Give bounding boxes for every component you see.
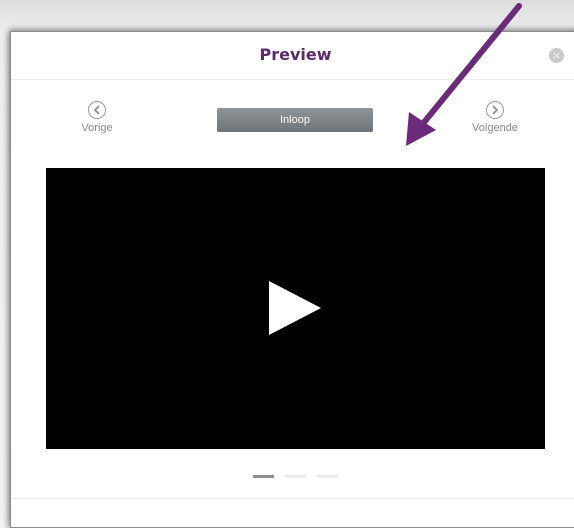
- previous-button[interactable]: Vorige: [71, 101, 123, 134]
- footer-divider: [11, 498, 574, 499]
- modal-title: Preview: [259, 45, 332, 64]
- preview-modal: Preview × Vorige Inloop Volgende: [10, 31, 574, 528]
- next-button[interactable]: Volgende: [463, 101, 527, 134]
- chevron-left-icon: [88, 101, 106, 119]
- modal-header: Preview ×: [11, 32, 574, 80]
- next-label: Volgende: [472, 122, 518, 134]
- pager-dot[interactable]: [317, 475, 338, 478]
- pager-dot[interactable]: [253, 475, 274, 478]
- video-player[interactable]: [46, 168, 545, 449]
- segment-inloop-button[interactable]: Inloop: [217, 108, 373, 132]
- chevron-right-icon: [486, 101, 504, 119]
- close-icon[interactable]: ×: [549, 48, 564, 63]
- pager-dot[interactable]: [285, 475, 306, 478]
- play-icon[interactable]: [269, 281, 321, 335]
- previous-label: Vorige: [81, 122, 113, 134]
- screenshot-stage: Preview × Vorige Inloop Volgende: [0, 0, 574, 528]
- pager-dots: [253, 475, 338, 478]
